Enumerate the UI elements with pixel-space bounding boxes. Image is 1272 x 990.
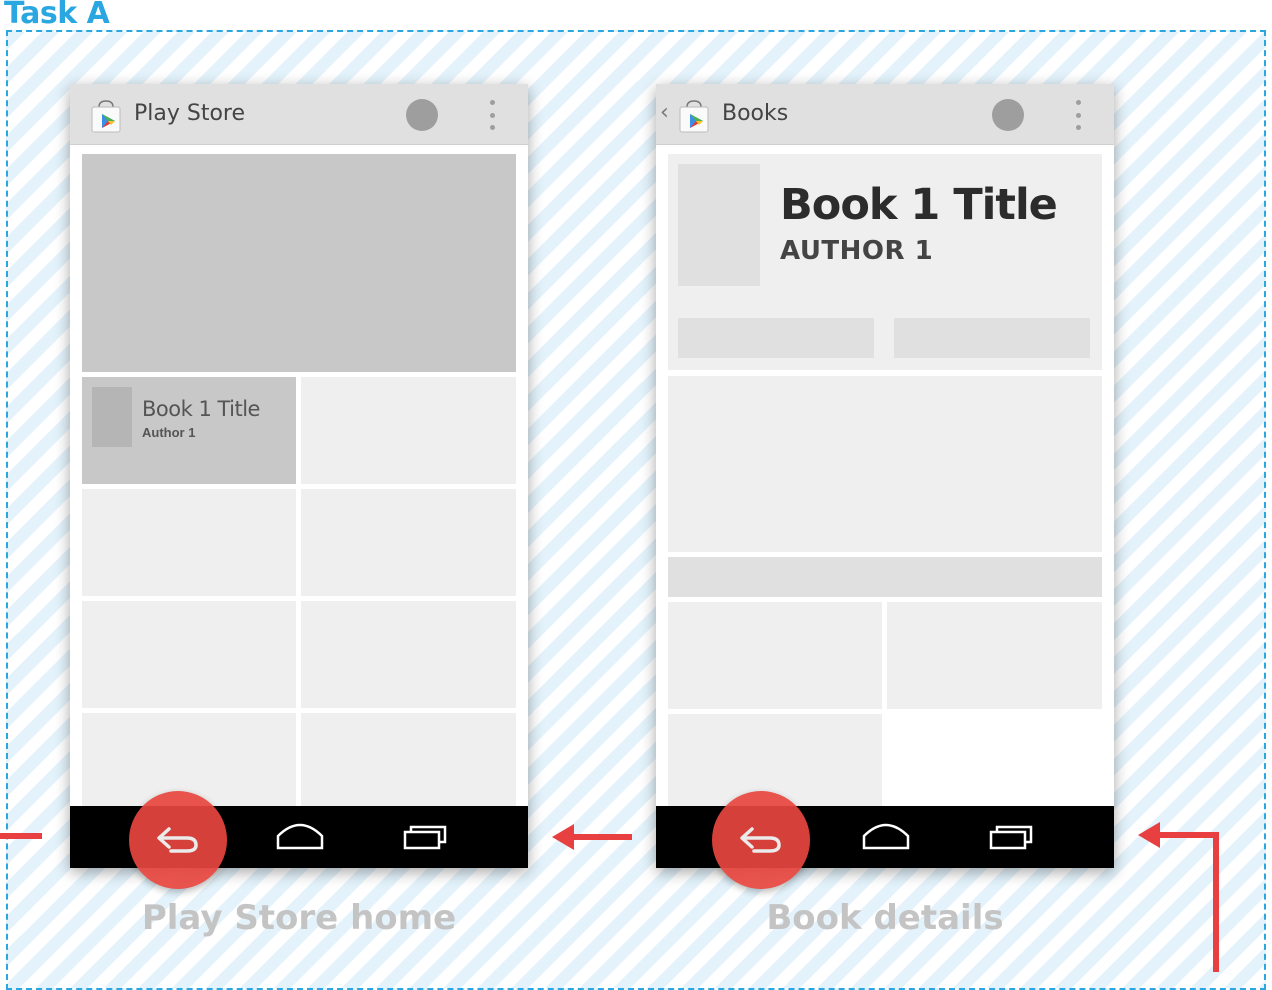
grid-tile[interactable]	[82, 489, 296, 596]
up-chevron-icon[interactable]: ‹	[660, 100, 669, 125]
back-button-highlight[interactable]	[129, 791, 227, 889]
grid-tile[interactable]	[887, 602, 1102, 709]
grid-tile[interactable]	[301, 713, 516, 807]
circle-action-icon[interactable]	[992, 99, 1024, 131]
book-title: Book 1 Title	[780, 180, 1058, 230]
grid-tile[interactable]	[301, 377, 516, 484]
flow-arrow	[552, 824, 632, 850]
grid-tile[interactable]	[668, 602, 882, 709]
book-header-card: Book 1 Title AUTHOR 1	[668, 154, 1102, 370]
task-label: Task A	[4, 0, 110, 31]
book-cover	[92, 387, 132, 447]
app-title: Books	[722, 101, 789, 126]
section-header	[668, 557, 1102, 597]
flow-arrow	[1138, 822, 1219, 972]
home-icon[interactable]	[275, 822, 325, 852]
content-area: Book 1 Title AUTHOR 1	[656, 145, 1114, 807]
featured-book-title: Book 1 Title	[142, 397, 260, 421]
grid-tile[interactable]	[82, 601, 296, 708]
content-area: Book 1 Title Author 1	[70, 145, 528, 807]
app-title: Play Store	[134, 101, 246, 126]
grid-tile[interactable]	[301, 601, 516, 708]
grid-tile[interactable]	[301, 489, 516, 596]
book-cover	[678, 164, 760, 286]
play-store-bag-icon	[91, 100, 121, 133]
screen-caption: Play Store home	[141, 898, 457, 938]
circle-action-icon[interactable]	[406, 99, 438, 131]
overflow-menu-icon[interactable]	[489, 100, 495, 130]
back-icon	[157, 827, 198, 853]
hero-banner[interactable]	[82, 154, 516, 372]
action-button[interactable]	[894, 318, 1090, 358]
play-store-home-screen: Play Store Book 1 Title Author 1	[70, 84, 528, 868]
screen-caption: Book details	[766, 898, 1004, 938]
back-icon	[740, 827, 781, 853]
app-bar: Play Store	[70, 84, 528, 145]
home-icon[interactable]	[861, 822, 911, 852]
book-author: AUTHOR 1	[780, 236, 934, 266]
back-button-highlight[interactable]	[712, 791, 810, 889]
action-button[interactable]	[678, 318, 874, 358]
recents-icon[interactable]	[403, 822, 449, 852]
description-block	[668, 376, 1102, 552]
featured-book-author: Author 1	[142, 425, 196, 440]
app-bar: ‹ Books	[656, 84, 1114, 145]
book-details-screen: ‹ Books Book 1 Title AUTHOR 1	[656, 84, 1114, 868]
featured-book-card[interactable]: Book 1 Title Author 1	[82, 377, 296, 484]
play-store-bag-icon[interactable]	[676, 98, 712, 134]
recents-icon[interactable]	[989, 822, 1035, 852]
flow-arrow-left	[0, 833, 42, 839]
overflow-menu-icon[interactable]	[1075, 100, 1081, 130]
